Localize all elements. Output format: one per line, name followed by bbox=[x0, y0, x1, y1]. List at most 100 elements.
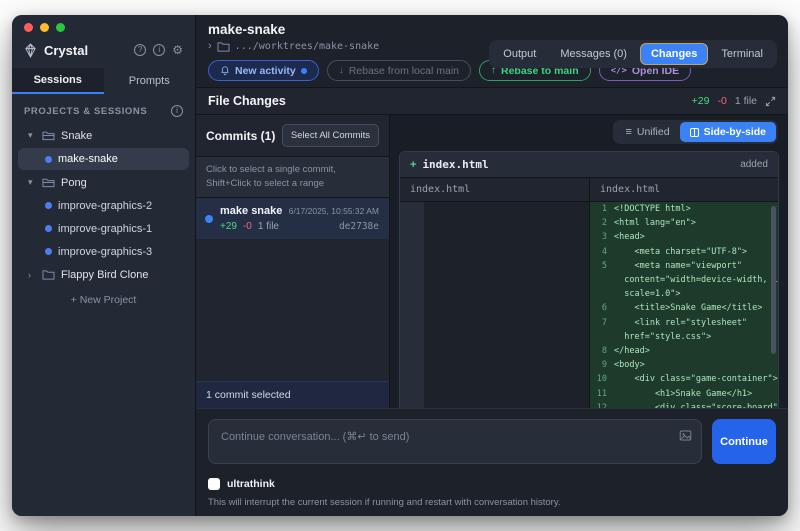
commit-files: 1 file bbox=[258, 221, 279, 232]
projects-tree: ▾ Snake make-snake ▾ Pong improve-graphi… bbox=[12, 122, 195, 516]
settings-gear-icon[interactable]: ⚙ bbox=[172, 44, 183, 56]
tree-session-make-snake[interactable]: make-snake bbox=[18, 148, 189, 170]
diff-file-header[interactable]: + index.html added bbox=[400, 152, 778, 177]
tree-project-pong[interactable]: ▾ Pong bbox=[12, 171, 195, 194]
diff-scrollbar[interactable] bbox=[771, 206, 776, 354]
session-title: make-snake bbox=[208, 22, 776, 37]
tab-terminal[interactable]: Terminal bbox=[710, 43, 774, 65]
commit-hash: de2738e bbox=[339, 221, 379, 232]
projects-section-header: PROJECTS & SESSIONS i bbox=[12, 94, 195, 122]
session-header: make-snake › .../worktrees/make-snake Ne… bbox=[196, 15, 788, 87]
chevron-right-icon[interactable]: › bbox=[208, 40, 212, 52]
sidebar-tabs: Sessions Prompts bbox=[12, 68, 195, 94]
tree-label: improve-graphics-1 bbox=[58, 223, 152, 235]
session-dot-icon bbox=[45, 248, 52, 255]
tree-label: Flappy Bird Clone bbox=[61, 269, 148, 281]
worktree-path: .../worktrees/make-snake bbox=[235, 41, 380, 52]
diff-line-added: 2<html lang="en"> bbox=[590, 216, 778, 230]
diff-line-added: 5 <meta name="viewport" bbox=[590, 259, 778, 273]
session-dot-icon bbox=[45, 202, 52, 209]
projects-section-label: PROJECTS & SESSIONS bbox=[24, 106, 147, 117]
commit-body: make snake 6/17/2025, 10:55:32 AM +29 -0… bbox=[220, 205, 379, 232]
tab-changes[interactable]: Changes bbox=[640, 43, 708, 65]
expand-icon[interactable] bbox=[765, 96, 776, 107]
new-project-button[interactable]: + New Project bbox=[12, 294, 195, 306]
commits-title: Commits (1) bbox=[206, 129, 275, 143]
commits-header: Commits (1) Select All Commits bbox=[196, 115, 389, 156]
commits-empty-area bbox=[196, 239, 389, 381]
unified-lines-icon: ≡ bbox=[625, 126, 631, 138]
new-file-column: 1<!DOCTYPE html> 2<html lang="en"> 3<hea… bbox=[589, 202, 778, 408]
bell-icon bbox=[220, 65, 230, 76]
crystal-logo-icon bbox=[24, 43, 37, 58]
diff-line-added: 1<!DOCTYPE html> bbox=[590, 202, 778, 216]
tree-label: Snake bbox=[61, 130, 92, 142]
old-file-header: index.html bbox=[400, 178, 589, 201]
diff-line-added: 12 <div class="score-board"> bbox=[590, 401, 778, 408]
diff-file-card: + index.html added index.html index.html bbox=[399, 151, 779, 408]
diff-line-wrap: href="style.css"> bbox=[590, 330, 778, 344]
interrupt-warning-text: This will interrupt the current session … bbox=[208, 497, 776, 508]
continue-button[interactable]: Continue bbox=[712, 419, 776, 464]
file-status-badge: added bbox=[740, 159, 768, 170]
select-all-commits-button[interactable]: Select All Commits bbox=[282, 124, 379, 147]
tab-prompts[interactable]: Prompts bbox=[104, 68, 196, 94]
attach-image-icon[interactable] bbox=[679, 429, 692, 442]
folder-open-icon bbox=[42, 130, 55, 141]
new-activity-button[interactable]: New activity bbox=[208, 60, 319, 81]
tree-session-improve-graphics-1[interactable]: improve-graphics-1 bbox=[12, 217, 195, 240]
diff-line-added: 3<head> bbox=[590, 230, 778, 244]
help-icon[interactable]: ? bbox=[134, 44, 146, 56]
file-changes-bar: File Changes +29 -0 1 file bbox=[196, 87, 788, 115]
tree-project-snake[interactable]: ▾ Snake bbox=[12, 124, 195, 147]
sidebar-header-icons: ? i ⚙ bbox=[134, 44, 183, 56]
side-by-side-label: Side-by-side bbox=[704, 126, 766, 138]
diff-line-added: 7 <link rel="stylesheet" bbox=[590, 316, 778, 330]
tree-label: improve-graphics-2 bbox=[58, 200, 152, 212]
ultrathink-checkbox[interactable] bbox=[208, 478, 220, 490]
commit-deletions: -0 bbox=[243, 221, 252, 232]
tab-sessions[interactable]: Sessions bbox=[12, 68, 104, 94]
conversation-input[interactable] bbox=[208, 419, 702, 464]
unified-label: Unified bbox=[637, 126, 670, 138]
diff-column-headers: index.html index.html bbox=[400, 177, 778, 202]
diff-panel: ≡ Unified Side-by-side + index.html bbox=[390, 115, 788, 408]
rebase-from-label: Rebase from local main bbox=[349, 65, 459, 77]
diff-line-added: 8</head> bbox=[590, 344, 778, 358]
view-tabs: Output Messages (0) Changes Terminal bbox=[489, 40, 777, 68]
close-window-button[interactable] bbox=[24, 23, 33, 32]
zoom-window-button[interactable] bbox=[56, 23, 65, 32]
tab-messages[interactable]: Messages (0) bbox=[549, 43, 638, 65]
file-changes-title: File Changes bbox=[208, 94, 286, 108]
changes-content: Commits (1) Select All Commits Click to … bbox=[196, 115, 788, 408]
app-title: Crystal bbox=[44, 43, 127, 58]
folder-icon bbox=[217, 41, 230, 52]
tree-project-flappy-bird-clone[interactable]: › Flappy Bird Clone bbox=[12, 263, 195, 286]
commit-item[interactable]: make snake 6/17/2025, 10:55:32 AM +29 -0… bbox=[196, 198, 389, 239]
tree-session-improve-graphics-3[interactable]: improve-graphics-3 bbox=[12, 240, 195, 263]
tree-label: improve-graphics-3 bbox=[58, 246, 152, 258]
diff-mode-toggle: ≡ Unified Side-by-side bbox=[613, 120, 778, 144]
app-window: Crystal ? i ⚙ Sessions Prompts PROJECTS … bbox=[12, 15, 788, 516]
tab-output[interactable]: Output bbox=[492, 43, 547, 65]
traffic-lights bbox=[24, 23, 183, 32]
side-by-side-mode-button[interactable]: Side-by-side bbox=[680, 122, 776, 142]
diff-line-added: 6 <title>Snake Game</title> bbox=[590, 301, 778, 315]
section-info-icon[interactable]: i bbox=[171, 105, 183, 117]
rebase-from-main-button[interactable]: ↓ Rebase from local main bbox=[327, 60, 471, 81]
folder-closed-icon bbox=[42, 269, 55, 280]
diff-file-name: index.html bbox=[422, 158, 488, 171]
diff-line-added: 4 <meta charset="UTF-8"> bbox=[590, 245, 778, 259]
file-changes-stats: +29 -0 1 file bbox=[692, 95, 776, 107]
commits-hint: Click to select a single commit, Shift+C… bbox=[196, 156, 389, 198]
minimize-window-button[interactable] bbox=[40, 23, 49, 32]
chevron-down-icon: ▾ bbox=[28, 177, 36, 188]
old-file-gutter bbox=[400, 202, 424, 408]
brand-row: Crystal ? i ⚙ bbox=[24, 41, 183, 59]
unified-mode-button[interactable]: ≡ Unified bbox=[615, 122, 679, 142]
tree-session-improve-graphics-2[interactable]: improve-graphics-2 bbox=[12, 194, 195, 217]
diff-line-added: 9<body> bbox=[590, 358, 778, 372]
ultrathink-label: ultrathink bbox=[227, 478, 275, 490]
info-icon[interactable]: i bbox=[153, 44, 165, 56]
deletions-count: -0 bbox=[717, 95, 726, 107]
